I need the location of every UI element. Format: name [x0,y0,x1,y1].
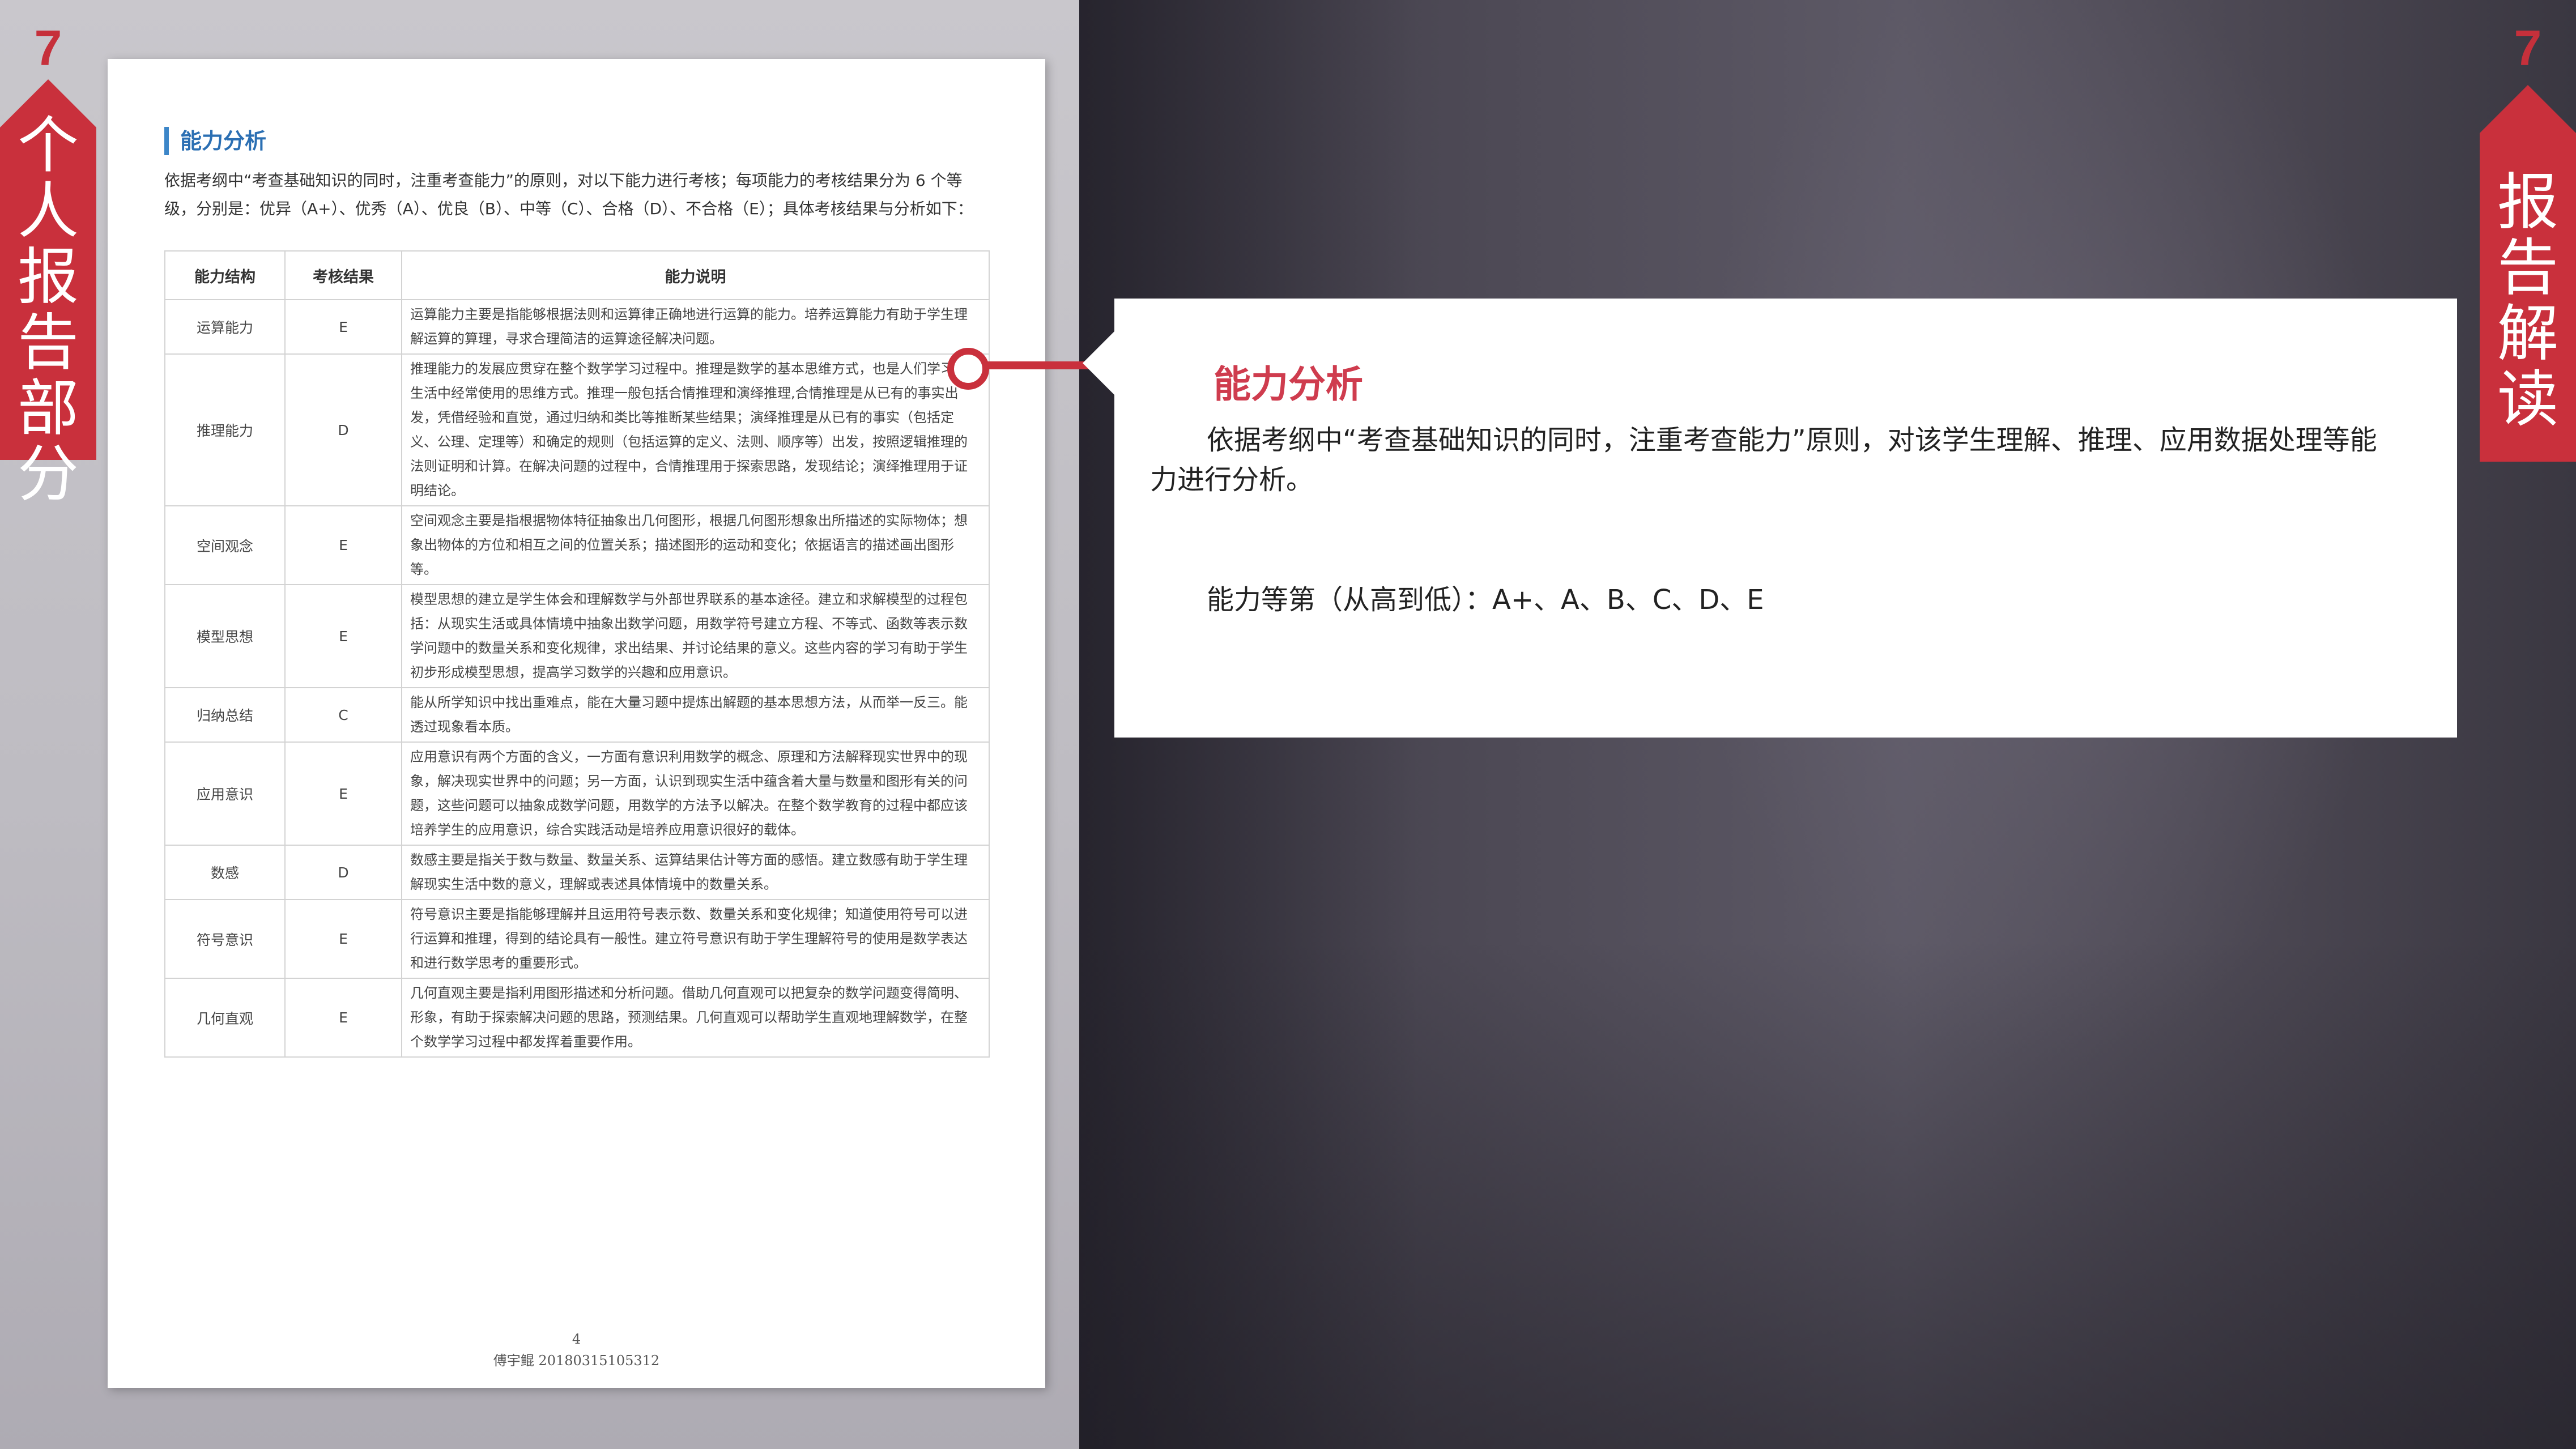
ability-description: 符号意识主要是指能够理解并且运用符号表示数、数量关系和变化规律；知道使用符号可以… [401,899,990,979]
ability-result: D [284,353,402,506]
ability-description: 空间观念主要是指根据物体特征抽象出几何图形，根据几何图形想象出所描述的实际物体；… [401,505,990,585]
ability-name: 空间观念 [164,505,286,585]
chapter-label: 报告解读 [2497,167,2558,435]
ability-name: 符号意识 [164,899,286,979]
table-row: 归纳总结 C 能从所学知识中找出重难点，能在大量习题中提炼出解题的基本思想方法，… [164,687,990,743]
ability-result: E [284,584,402,688]
header-result: 考核结果 [284,250,402,300]
header-ability: 能力结构 [164,250,286,300]
doc-heading: 能力分析 [164,127,266,155]
table-header-row: 能力结构 考核结果 能力说明 [164,250,990,300]
table-row: 应用意识 E 应用意识有两个方面的含义，一方面有意识利用数学的概念、原理和方法解… [164,741,990,846]
chapter-number: 7 [2514,20,2542,76]
ability-result: E [284,899,402,979]
explanation-panel: 能力分析 依据考纲中“考查基础知识的同时，注重考查能力”原则，对该学生理解、推理… [1114,299,2457,738]
ability-name: 数感 [164,845,286,900]
ability-result: E [284,978,402,1058]
ability-name: 应用意识 [164,741,286,846]
ability-result: E [284,505,402,585]
ability-result: E [284,741,402,846]
header-description: 能力说明 [401,250,990,300]
ability-result: E [284,299,402,355]
chapter-number: 7 [34,20,62,76]
page-number: 4 [572,1331,581,1347]
ability-name: 几何直观 [164,978,286,1058]
table-row: 符号意识 E 符号意识主要是指能够理解并且运用符号表示数、数量关系和变化规律；知… [164,899,990,979]
ability-name: 模型思想 [164,584,286,688]
ability-description: 应用意识有两个方面的含义，一方面有意识利用数学的概念、原理和方法解释现实世界中的… [401,741,990,846]
right-chapter-ribbon: 7 报告解读 [2480,0,2576,462]
chapter-label: 个人报告部分 [17,110,79,510]
ability-name: 归纳总结 [164,687,286,743]
table-row: 运算能力 E 运算能力主要是指能够根据法则和运算律正确地进行运算的能力。培养运算… [164,299,990,355]
ability-result: D [284,845,402,900]
ability-description: 几何直观主要是指利用图形描述和分析问题。借助几何直观可以把复杂的数学问题变得简明… [401,978,990,1058]
table-row: 模型思想 E 模型思想的建立是学生体会和理解数学与外部世界联系的基本途径。建立和… [164,584,990,688]
table-row: 数感 D 数感主要是指关于数与数量、数量关系、运算结果估计等方面的感悟。建立数感… [164,845,990,900]
panel-pointer [1083,330,1115,396]
ability-result: C [284,687,402,743]
ability-description: 运算能力主要是指能够根据法则和运算律正确地进行运算的能力。培养运算能力有助于学生… [401,299,990,355]
table-row: 空间观念 E 空间观念主要是指根据物体特征抽象出几何图形，根据几何图形想象出所描… [164,505,990,585]
report-page: 能力分析 依据考纲中“考查基础知识的同时，注重考查能力”的原则，对以下能力进行考… [108,59,1045,1388]
panel-title: 能力分析 [1214,363,1363,406]
page-footer: 傅宇鲲 20180315105312 [493,1353,660,1369]
left-chapter-ribbon: 7 个人报告部分 [0,0,96,508]
doc-intro: 依据考纲中“考查基础知识的同时，注重考查能力”的原则，对以下能力进行考核；每项能… [164,171,973,218]
photo-shadow-bottom [1079,939,2576,1449]
ability-description: 模型思想的建立是学生体会和理解数学与外部世界联系的基本途径。建立和求解模型的过程… [401,584,990,688]
ability-table: 能力结构 考核结果 能力说明 运算能力 E 运算能力主要是指能够根据法则和运算律… [164,250,990,1058]
panel-body: 依据考纲中“考查基础知识的同时，注重考查能力”原则，对该学生理解、推理、应用数据… [1150,424,2377,496]
table-row: 几何直观 E 几何直观主要是指利用图形描述和分析问题。借助几何直观可以把复杂的数… [164,978,990,1058]
ability-name: 推理能力 [164,353,286,506]
ability-name: 运算能力 [164,299,286,355]
ability-description: 推理能力的发展应贯穿在整个数学学习过程中。推理是数学的基本思维方式，也是人们学习… [401,353,990,506]
callout-marker-dot [947,348,989,390]
ability-description: 数感主要是指关于数与数量、数量关系、运算结果估计等方面的感悟。建立数感有助于学生… [401,845,990,900]
ability-levels: 能力等第（从高到低）：A+、A、B、C、D、E [1207,584,1764,616]
table-row: 推理能力 D 推理能力的发展应贯穿在整个数学学习过程中。推理是数学的基本思维方式… [164,353,990,506]
ability-description: 能从所学知识中找出重难点，能在大量习题中提炼出解题的基本思想方法，从而举一反三。… [401,687,990,743]
